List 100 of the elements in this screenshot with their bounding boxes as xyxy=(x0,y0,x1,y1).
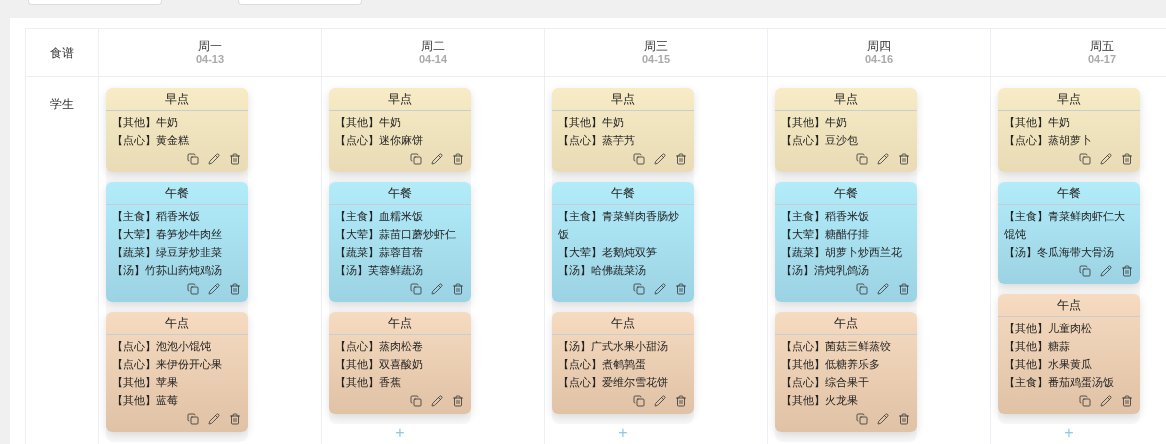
dish-text: 【汤】冬瓜海带大骨汤 xyxy=(1004,245,1115,260)
corner-cell: 食谱 xyxy=(26,29,99,77)
copy-icon[interactable] xyxy=(1079,395,1091,407)
dish-text: 【点心】黄金糕 xyxy=(112,133,190,148)
dish-text: 【汤】竹荪山药炖鸡汤 xyxy=(112,263,223,278)
edit-icon[interactable] xyxy=(1100,395,1112,407)
edit-icon[interactable] xyxy=(877,153,889,165)
meal-title: 午点 xyxy=(329,312,471,335)
copy-icon[interactable] xyxy=(856,283,868,295)
copy-icon[interactable] xyxy=(410,283,422,295)
dish-text: 【点心】蒸肉松卷 xyxy=(335,339,424,354)
delete-icon[interactable] xyxy=(898,153,910,165)
edit-icon[interactable] xyxy=(208,413,220,425)
weekday-label: 周四 xyxy=(867,39,891,53)
copy-icon[interactable] xyxy=(633,395,645,407)
dish-text: 【点心】煮鹌鹑蛋 xyxy=(558,357,647,372)
meal-title: 午点 xyxy=(998,294,1140,317)
copy-icon[interactable] xyxy=(410,395,422,407)
dish-text: 【其他】双喜酸奶 xyxy=(335,357,424,372)
meal-title: 午点 xyxy=(106,312,248,335)
dish-text: 【主食】番茄鸡蛋汤饭 xyxy=(1004,375,1115,390)
delete-icon[interactable] xyxy=(229,283,241,295)
dish-text: 【其他】火龙果 xyxy=(781,393,859,408)
delete-icon[interactable] xyxy=(675,153,687,165)
dish-text: 【主食】青菜鲜肉香肠炒饭 xyxy=(558,209,680,242)
date-label: 04-17 xyxy=(1087,53,1117,66)
dish-text: 【点心】综合果干 xyxy=(781,375,870,390)
meal-title: 午餐 xyxy=(552,182,694,205)
delete-icon[interactable] xyxy=(1121,395,1133,407)
dish-text: 【其他】牛奶 xyxy=(1004,115,1071,130)
dish-text: 【其他】香蕉 xyxy=(335,375,402,390)
edit-icon[interactable] xyxy=(208,283,220,295)
meal-title: 午餐 xyxy=(329,182,471,205)
edit-icon[interactable] xyxy=(431,395,443,407)
copy-icon[interactable] xyxy=(187,283,199,295)
dish-text: 【其他】水果黄瓜 xyxy=(1004,357,1093,372)
delete-icon[interactable] xyxy=(452,283,464,295)
delete-icon[interactable] xyxy=(898,283,910,295)
delete-icon[interactable] xyxy=(452,395,464,407)
dish-text: 【其他】糖蒜 xyxy=(1004,339,1071,354)
meal-title: 午餐 xyxy=(998,182,1140,205)
weekday-label: 周三 xyxy=(644,39,668,53)
meal-title: 早点 xyxy=(106,88,248,111)
delete-icon[interactable] xyxy=(452,153,464,165)
copy-icon[interactable] xyxy=(856,413,868,425)
dish-text: 【其他】牛奶 xyxy=(781,115,848,130)
edit-icon[interactable] xyxy=(877,413,889,425)
dish-text: 【其他】苹果 xyxy=(112,375,179,390)
dish-text: 【点心】泡泡小馄饨 xyxy=(112,339,212,354)
edit-icon[interactable] xyxy=(1100,265,1112,277)
copy-icon[interactable] xyxy=(1079,265,1091,277)
dish-text: 【大荤】糖醋仔排 xyxy=(781,227,870,242)
dish-text: 【点心】蒸胡萝卜 xyxy=(1004,133,1093,148)
input-field[interactable] xyxy=(28,0,162,5)
date-label: 04-14 xyxy=(418,53,448,66)
edit-icon[interactable] xyxy=(877,283,889,295)
edit-icon[interactable] xyxy=(431,153,443,165)
dish-text: 【汤】哈佛蔬菜汤 xyxy=(558,263,647,278)
copy-icon[interactable] xyxy=(187,153,199,165)
copy-icon[interactable] xyxy=(856,153,868,165)
delete-icon[interactable] xyxy=(229,153,241,165)
edit-icon[interactable] xyxy=(208,153,220,165)
dish-text: 【其他】牛奶 xyxy=(558,115,625,130)
delete-icon[interactable] xyxy=(898,413,910,425)
copy-icon[interactable] xyxy=(1079,153,1091,165)
delete-icon[interactable] xyxy=(1121,153,1133,165)
delete-icon[interactable] xyxy=(675,395,687,407)
meal-title: 早点 xyxy=(775,88,917,111)
delete-icon[interactable] xyxy=(229,413,241,425)
delete-icon[interactable] xyxy=(1121,265,1133,277)
weekday-label: 周二 xyxy=(421,39,445,53)
dish-text: 【蔬菜】蒜蓉苜蓿 xyxy=(335,245,424,260)
dish-text: 【其他】低糖养乐多 xyxy=(781,357,881,372)
dish-text: 【点心】来伊份开心果 xyxy=(112,357,223,372)
dish-text: 【点心】迷你麻饼 xyxy=(335,133,424,148)
input-field[interactable] xyxy=(238,0,362,5)
copy-icon[interactable] xyxy=(410,153,422,165)
meal-title: 早点 xyxy=(998,88,1140,111)
meal-title: 午点 xyxy=(552,312,694,335)
add-button[interactable]: + xyxy=(998,424,1140,442)
add-button[interactable]: + xyxy=(329,424,471,442)
copy-icon[interactable] xyxy=(187,413,199,425)
edit-icon[interactable] xyxy=(654,153,666,165)
dish-text: 【主食】稻香米饭 xyxy=(112,209,201,224)
copy-icon[interactable] xyxy=(633,153,645,165)
dish-text: 【汤】清炖乳鸽汤 xyxy=(781,263,870,278)
edit-icon[interactable] xyxy=(431,283,443,295)
dish-text: 【点心】菌菇三鲜蒸饺 xyxy=(781,339,892,354)
dish-text: 【其他】蓝莓 xyxy=(112,393,179,408)
edit-icon[interactable] xyxy=(654,283,666,295)
edit-icon[interactable] xyxy=(1100,153,1112,165)
dish-text: 【大荤】春笋炒牛肉丝 xyxy=(112,227,223,242)
delete-icon[interactable] xyxy=(675,283,687,295)
date-label: 04-16 xyxy=(864,53,894,66)
weekday-label: 周一 xyxy=(198,39,222,53)
meal-title: 午点 xyxy=(775,312,917,335)
add-button[interactable]: + xyxy=(552,424,694,442)
copy-icon[interactable] xyxy=(633,283,645,295)
edit-icon[interactable] xyxy=(654,395,666,407)
weekday-label: 周五 xyxy=(1090,39,1114,53)
